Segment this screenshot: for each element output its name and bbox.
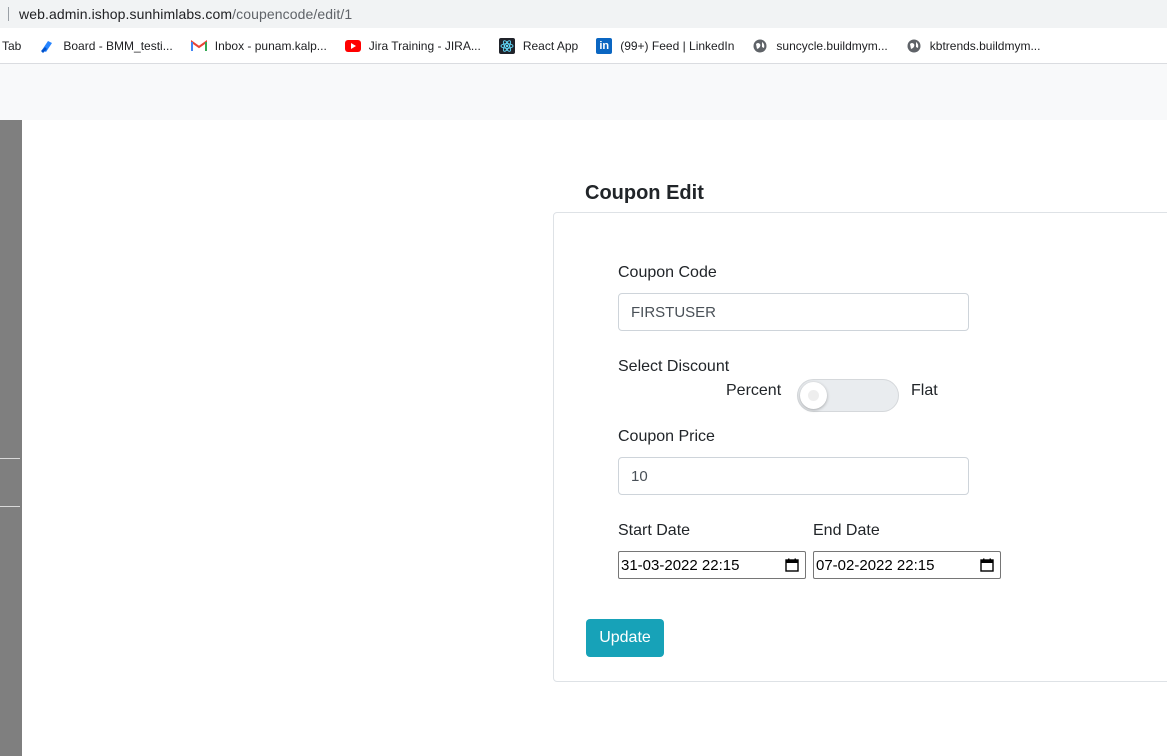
- coupon-code-input[interactable]: FIRSTUSER: [618, 293, 969, 331]
- bookmark-tab[interactable]: Tab: [2, 39, 21, 53]
- discount-flat-label: Flat: [911, 382, 938, 399]
- sidebar-divider: [0, 506, 20, 507]
- page-title: Coupon Edit: [585, 182, 704, 204]
- bookmark-linkedin[interactable]: in (99+) Feed | LinkedIn: [596, 37, 735, 54]
- start-date-value: 31-03-2022 22:15: [621, 556, 740, 574]
- bookmarks-bar: Tab Board - BMM_testi... Inbox - punam.k…: [0, 28, 1167, 64]
- address-divider: [8, 7, 9, 21]
- bookmark-label: suncycle.buildmym...: [776, 38, 888, 53]
- calendar-icon[interactable]: [980, 558, 994, 572]
- app-header: [0, 64, 1167, 120]
- discount-percent-label: Percent: [726, 382, 782, 399]
- bookmark-label: Jira Training - JIRA...: [368, 38, 481, 53]
- bookmark-label: React App: [522, 38, 579, 53]
- update-button[interactable]: Update: [586, 619, 664, 657]
- coupon-code-label: Coupon Code: [618, 264, 717, 281]
- url-text[interactable]: web.admin.ishop.sunhimlabs.com/coupencod…: [19, 6, 352, 22]
- end-date-label: End Date: [813, 522, 880, 539]
- bookmark-label: kbtrends.buildmym...: [929, 38, 1041, 53]
- address-bar[interactable]: web.admin.ishop.sunhimlabs.com/coupencod…: [0, 0, 1167, 28]
- globe-icon: [752, 38, 768, 54]
- url-path: /coupencode/edit/1: [232, 6, 353, 22]
- bookmark-youtube[interactable]: Jira Training - JIRA...: [344, 38, 481, 54]
- bookmark-board[interactable]: Board - BMM_testi...: [39, 38, 173, 54]
- toggle-knob: [800, 382, 827, 409]
- coupon-code-value: FIRSTUSER: [631, 303, 717, 321]
- coupon-price-value: 10: [631, 467, 648, 485]
- board-icon: [39, 38, 55, 54]
- bookmark-label: Tab: [2, 38, 22, 53]
- globe-icon: [906, 38, 922, 54]
- end-date-input[interactable]: 07-02-2022 22:15: [813, 551, 1001, 579]
- discount-label: Select Discount: [618, 358, 730, 375]
- gmail-icon: [190, 38, 207, 54]
- end-date-value: 07-02-2022 22:15: [816, 556, 935, 574]
- youtube-icon: [344, 38, 361, 54]
- coupon-price-input[interactable]: 10: [618, 457, 969, 495]
- sidebar: [0, 120, 22, 756]
- discount-toggle[interactable]: [797, 379, 899, 412]
- start-date-label: Start Date: [618, 522, 691, 539]
- bookmark-suncycle[interactable]: suncycle.buildmym...: [752, 38, 888, 54]
- bookmark-label: Board - BMM_testi...: [63, 38, 173, 53]
- url-host: web.admin.ishop.sunhimlabs.com: [19, 6, 233, 22]
- bookmark-react[interactable]: React App: [498, 37, 579, 54]
- bookmark-gmail[interactable]: Inbox - punam.kalp...: [190, 38, 327, 54]
- bookmark-kbtrends[interactable]: kbtrends.buildmym...: [906, 38, 1041, 54]
- coupon-price-label: Coupon Price: [618, 428, 715, 445]
- sidebar-divider: [0, 458, 20, 459]
- start-date-input[interactable]: 31-03-2022 22:15: [618, 551, 806, 579]
- bookmark-label: (99+) Feed | LinkedIn: [620, 38, 735, 53]
- linkedin-icon: in: [596, 37, 613, 54]
- coupon-form-card: [553, 212, 1167, 682]
- react-icon: [498, 37, 515, 54]
- calendar-icon[interactable]: [785, 558, 799, 572]
- bookmark-label: Inbox - punam.kalp...: [214, 38, 327, 53]
